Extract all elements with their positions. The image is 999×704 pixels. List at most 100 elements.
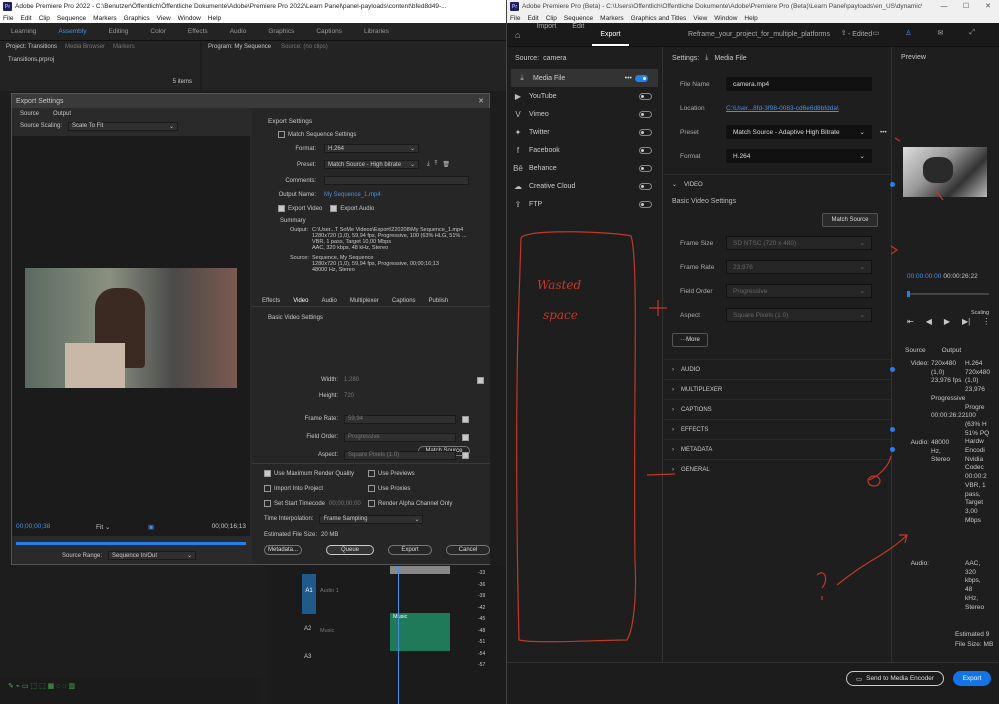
workspace-graphics[interactable]: Graphics (257, 28, 305, 35)
export-settings-header: Export Settings (268, 118, 313, 125)
settings-tab-publish[interactable]: Publish (429, 298, 449, 304)
track-a2[interactable]: A2 (304, 626, 311, 632)
height-value[interactable]: 720 (344, 393, 354, 399)
time-interp-select[interactable]: Frame Sampling ⌄ (319, 514, 424, 524)
program-tab[interactable]: Program: My Sequence (208, 44, 271, 50)
source-range-label: Source Range: (62, 552, 103, 559)
project-tab[interactable]: Project: Transitions (6, 44, 57, 50)
output-name-link[interactable]: My Sequence_1.mp4 (324, 192, 381, 198)
wasted-space-annotation: Wasted space (537, 278, 582, 322)
menu-clip[interactable]: Clip (39, 15, 50, 22)
project-file: Transitions.prproj (8, 57, 55, 63)
comments-label: Comments: (285, 177, 316, 184)
field-order-checkbox[interactable] (462, 433, 469, 441)
menu-markers[interactable]: Markers (93, 15, 116, 22)
settings-tab-multiplexer[interactable]: Multiplexer (350, 298, 379, 304)
dialog-title: Export Settings (16, 97, 64, 105)
output-summary: C:\User...T SoMe Videos\Export\220208\My… (312, 227, 466, 251)
file-size-value: 20 MB (321, 532, 339, 538)
output-summary-line: AAC, 320 kbps, 48 kHz, Stereo (312, 245, 389, 251)
video-clip[interactable] (390, 566, 450, 574)
workspace-assembly[interactable]: Assembly (47, 28, 97, 35)
fit-select[interactable]: Fit ⌄ (96, 523, 111, 531)
aspect-select[interactable]: Square Pixels (1.0) (344, 450, 456, 460)
track-a3[interactable]: A3 (304, 654, 311, 660)
preview-video-frame (25, 268, 237, 388)
playhead[interactable] (398, 566, 399, 704)
source-range-select[interactable]: Sequence In/Out ⌄ (108, 551, 197, 560)
track-a1[interactable]: A1 (302, 574, 316, 614)
left-premiere-window: Pr Adobe Premiere Pro 2022 - C:\Benutzer… (0, 0, 506, 704)
menu-file[interactable]: File (3, 15, 13, 22)
delete-preset-icon[interactable]: 🗑 (442, 161, 450, 168)
project-panel: Project: Transitions Media Browser Markers… (0, 41, 200, 91)
queue-button[interactable]: Queue (326, 545, 374, 555)
menu-sequence[interactable]: Sequence (57, 15, 86, 22)
save-preset-icon[interactable]: ⤓ (427, 161, 430, 168)
menu-edit[interactable]: Edit (20, 15, 31, 22)
export-button-left[interactable]: Export (388, 545, 432, 555)
frame-rate-select[interactable]: 59,94 (344, 414, 456, 424)
menu-help[interactable]: Help (208, 15, 221, 22)
field-order-select[interactable]: Progressive (344, 432, 456, 442)
menu-window[interactable]: Window (178, 15, 201, 22)
workspace-learning[interactable]: Learning (0, 28, 47, 35)
use-previews-checkbox[interactable]: Use Previews (368, 470, 415, 477)
source-label: Source: (290, 255, 309, 261)
render-alpha-checkbox[interactable]: Render Alpha Channel Only (368, 500, 452, 507)
project-tab[interactable]: Media Browser (65, 44, 105, 50)
project-tab[interactable]: Markers (113, 44, 135, 50)
db-tick: -57 (478, 662, 486, 668)
export-video-checkbox[interactable]: Export Video (278, 205, 322, 212)
left-menu-bar: File Edit Clip Sequence Markers Graphics View W… (0, 13, 506, 23)
format-label: Format: (295, 145, 316, 152)
menu-graphics[interactable]: Graphics (124, 15, 150, 22)
source-scaling-select[interactable]: Scale To Fit ⌄ (68, 121, 179, 131)
width-value[interactable]: 1.280 (344, 377, 359, 383)
settings-tab-effects[interactable]: Effects (262, 298, 280, 304)
width-checkbox[interactable] (477, 376, 485, 384)
program-panel: Program: My Sequence Source: (no clips) (202, 41, 506, 91)
import-project-checkbox[interactable]: Import Into Project (264, 485, 368, 492)
settings-tab-captions[interactable]: Captions (392, 298, 416, 304)
workspace-color[interactable]: Color (139, 28, 177, 35)
preset-select[interactable]: Match Source - High bitrate ⌄ (324, 160, 419, 169)
start-timecode-checkbox[interactable]: Set Start Timecode 00;00;00;00 (264, 500, 368, 507)
format-select[interactable]: H.264 ⌄ (324, 144, 419, 153)
settings-tab-video[interactable]: Video (293, 298, 308, 304)
cancel-button[interactable]: Cancel (446, 545, 490, 555)
use-proxies-checkbox[interactable]: Use Proxies (368, 485, 410, 492)
safe-margin-icon[interactable]: ▣ (148, 523, 154, 531)
export-settings-dialog: Export Settings ✕ Source Output Source Sc… (11, 93, 490, 565)
source-scaling-label: Source Scaling: (20, 123, 63, 129)
metadata-button[interactable]: Metadata... (264, 545, 302, 555)
workspace-captions[interactable]: Captions (305, 28, 353, 35)
settings-tab-audio[interactable]: Audio (321, 298, 336, 304)
comments-input[interactable] (324, 176, 469, 185)
music-clip[interactable]: Music (390, 613, 450, 651)
workspace-audio[interactable]: Audio (219, 28, 258, 35)
import-preset-icon[interactable]: ⤒ (435, 161, 438, 168)
frame-rate-checkbox[interactable] (462, 415, 469, 423)
height-label: Height: (318, 393, 338, 399)
aspect-checkbox[interactable] (462, 451, 469, 459)
menu-view[interactable]: View (157, 15, 171, 22)
match-sequence-checkbox[interactable]: Match Sequence Settings (252, 125, 490, 138)
close-icon[interactable]: ✕ (478, 97, 484, 105)
left-title-bar: Pr Adobe Premiere Pro 2022 - C:\Benutzer… (0, 0, 506, 13)
field-order-label: Field Order: (306, 434, 338, 440)
width-label: Width: (320, 377, 338, 383)
max-render-checkbox[interactable]: Use Maximum Render Quality (264, 470, 368, 477)
source-summary-line: 48000 Hz, Stereo (312, 267, 355, 273)
file-size-label: Estimated File Size: (264, 532, 318, 538)
annotation-arrow-diagonal (836, 534, 908, 586)
source-range-bar[interactable] (16, 542, 246, 545)
export-audio-checkbox[interactable]: Export Audio (330, 205, 374, 212)
workspace-effects[interactable]: Effects (177, 28, 219, 35)
premiere-logo-icon: Pr (3, 2, 12, 11)
workspace-editing[interactable]: Editing (98, 28, 140, 35)
export-dialog-tab-output[interactable]: Output (53, 111, 71, 117)
workspace-libraries[interactable]: Libraries (353, 28, 400, 35)
export-dialog-tab-source[interactable]: Source (20, 111, 39, 117)
program-tab[interactable]: Source: (no clips) (281, 44, 328, 50)
